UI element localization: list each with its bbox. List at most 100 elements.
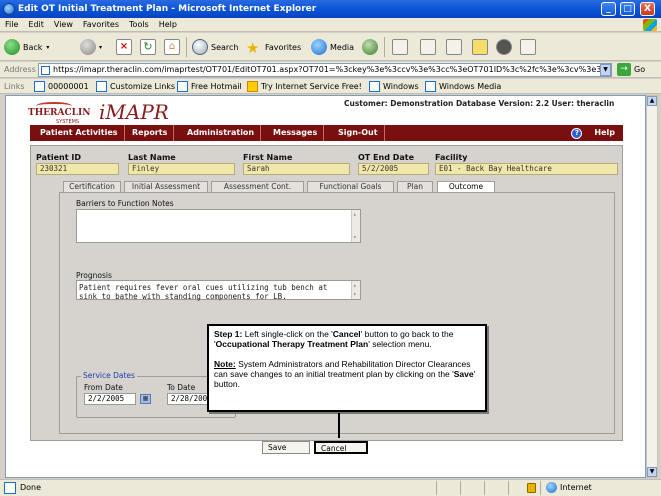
- window-title: Edit OT Initial Treatment Plan - Microso…: [18, 4, 317, 14]
- folder-icon[interactable]: [472, 39, 488, 55]
- customer-info: Customer: Demonstration Database Version…: [344, 99, 615, 108]
- nav-messages[interactable]: Messages: [267, 125, 325, 141]
- to-date-label: To Date: [167, 383, 196, 392]
- link-windows-media[interactable]: Windows Media: [425, 81, 501, 92]
- nav-sign-out[interactable]: Sign-Out: [332, 125, 385, 141]
- tab-initial-assessment[interactable]: Initial Assessment: [124, 181, 208, 192]
- save-word: Save: [453, 369, 474, 379]
- ot-end-date-label: OT End Date: [358, 153, 415, 162]
- edit-icon[interactable]: [446, 39, 462, 55]
- status-divider: [484, 481, 485, 495]
- address-input[interactable]: https://imapr.theraclin.com/imaprtest/OT…: [38, 63, 612, 77]
- service-dates-label: Service Dates: [81, 371, 137, 380]
- callout-pointer: [338, 413, 340, 438]
- favorites-button[interactable]: ★ Favorites: [246, 37, 301, 57]
- browser-toolbar: Back ▾ ▾ × ↻ ⌂ Search ★ Favorites Media: [0, 33, 661, 61]
- refresh-button[interactable]: ↻: [140, 37, 159, 57]
- media-label: Media: [330, 42, 355, 52]
- address-dropdown-icon[interactable]: ▼: [600, 64, 611, 76]
- link-label: 00000001: [48, 82, 89, 91]
- textarea-scrollbar[interactable]: [351, 281, 360, 299]
- menu-view[interactable]: View: [49, 18, 78, 32]
- help-icon: ?: [571, 127, 583, 139]
- status-divider: [460, 481, 461, 495]
- facility-value: E01 - Back Bay Healthcare: [435, 163, 618, 175]
- link-windows[interactable]: Windows: [369, 81, 419, 92]
- forward-dropdown-icon[interactable]: ▾: [99, 44, 102, 51]
- link-label: Free Hotmail: [191, 82, 242, 91]
- research-icon[interactable]: [520, 39, 536, 55]
- link-try-internet[interactable]: Try Internet Service Free!: [247, 81, 362, 92]
- messenger-icon[interactable]: [496, 39, 512, 55]
- tab-outcome[interactable]: Outcome: [437, 181, 495, 192]
- page-scrollbar[interactable]: ▲ ▼: [646, 95, 658, 478]
- page-done-icon: [4, 482, 16, 494]
- tab-plan[interactable]: Plan: [397, 181, 433, 192]
- instruction-callout: Step 1: Left single-click on the 'Cancel…: [207, 324, 487, 412]
- maximize-button[interactable]: □: [620, 2, 635, 16]
- go-button[interactable]: → Go: [617, 63, 645, 76]
- tab-certification[interactable]: Certification: [63, 181, 121, 192]
- save-button[interactable]: Save: [262, 441, 310, 454]
- links-label: Links: [4, 82, 25, 91]
- print-icon[interactable]: [420, 39, 436, 55]
- window-titlebar: Edit OT Initial Treatment Plan - Microso…: [0, 0, 661, 18]
- stop-icon: ×: [116, 39, 132, 55]
- imapr-logo-text: iMAPR: [99, 100, 169, 124]
- tab-functional-goals[interactable]: Functional Goals: [307, 181, 394, 192]
- stop-button[interactable]: ×: [116, 37, 135, 57]
- search-button[interactable]: Search: [192, 37, 238, 57]
- link-icon: [177, 81, 188, 92]
- last-name-label: Last Name: [128, 153, 176, 162]
- go-label: Go: [634, 65, 646, 74]
- scroll-down-icon[interactable]: ▼: [647, 467, 657, 477]
- cancel-word: Cancel: [332, 329, 361, 339]
- last-name-value: Finley: [128, 163, 235, 175]
- link-label: Windows: [383, 82, 419, 91]
- nav-reports[interactable]: Reports: [126, 125, 175, 141]
- menu-edit[interactable]: Edit: [23, 18, 49, 32]
- link-00000001[interactable]: 00000001: [34, 81, 89, 92]
- patient-id-value: 230321: [36, 163, 119, 175]
- address-bar: Address https://imapr.theraclin.com/imap…: [0, 62, 661, 78]
- security-zone: Internet: [560, 483, 592, 492]
- cancel-button[interactable]: Cancel: [314, 441, 368, 454]
- address-url: https://imapr.theraclin.com/imaprtest/OT…: [53, 65, 612, 74]
- prognosis-textarea[interactable]: Patient requires fever oral cues utilizi…: [76, 280, 361, 301]
- calendar-icon[interactable]: ▦: [140, 394, 151, 404]
- back-label: Back: [23, 42, 43, 52]
- back-dropdown-icon[interactable]: ▾: [46, 44, 49, 51]
- tab-assessment-cont[interactable]: Assessment Cont.: [211, 181, 304, 192]
- minimize-button[interactable]: _: [601, 2, 616, 16]
- status-bar: Done Internet: [0, 479, 661, 496]
- star-icon: ★: [246, 39, 260, 57]
- facility-label: Facility: [435, 153, 468, 162]
- link-label: Windows Media: [439, 82, 502, 91]
- barriers-label: Barriers to Function Notes: [76, 199, 174, 208]
- menu-favorites[interactable]: Favorites: [78, 18, 124, 32]
- from-date-input[interactable]: 2/2/2005: [84, 393, 136, 405]
- nav-administration[interactable]: Administration: [181, 125, 262, 141]
- forward-button[interactable]: ▾: [80, 37, 102, 57]
- link-label: Customize Links: [110, 82, 176, 91]
- help-link[interactable]: ? Help: [571, 125, 615, 141]
- nav-patient-activities[interactable]: Patient Activities: [34, 125, 125, 141]
- back-button[interactable]: Back ▾: [4, 37, 49, 57]
- menu-help[interactable]: Help: [154, 18, 182, 32]
- barriers-textarea[interactable]: [76, 209, 361, 243]
- menu-tools[interactable]: Tools: [124, 18, 154, 32]
- home-button[interactable]: ⌂: [164, 37, 183, 57]
- scroll-up-icon[interactable]: ▲: [647, 96, 657, 106]
- link-free-hotmail[interactable]: Free Hotmail: [177, 81, 242, 92]
- media-button[interactable]: Media: [311, 37, 354, 57]
- history-button[interactable]: [362, 37, 381, 57]
- step-text: Left single-click on the ': [242, 329, 333, 339]
- menu-file[interactable]: File: [0, 18, 23, 32]
- close-button[interactable]: X: [640, 2, 655, 16]
- logo-thera-text: THERACLIN: [28, 108, 91, 118]
- link-customize-links[interactable]: Customize Links: [96, 81, 175, 92]
- textarea-scrollbar[interactable]: [351, 210, 360, 242]
- mail-icon[interactable]: [392, 39, 408, 55]
- address-label: Address: [4, 65, 36, 74]
- link-icon: [425, 81, 436, 92]
